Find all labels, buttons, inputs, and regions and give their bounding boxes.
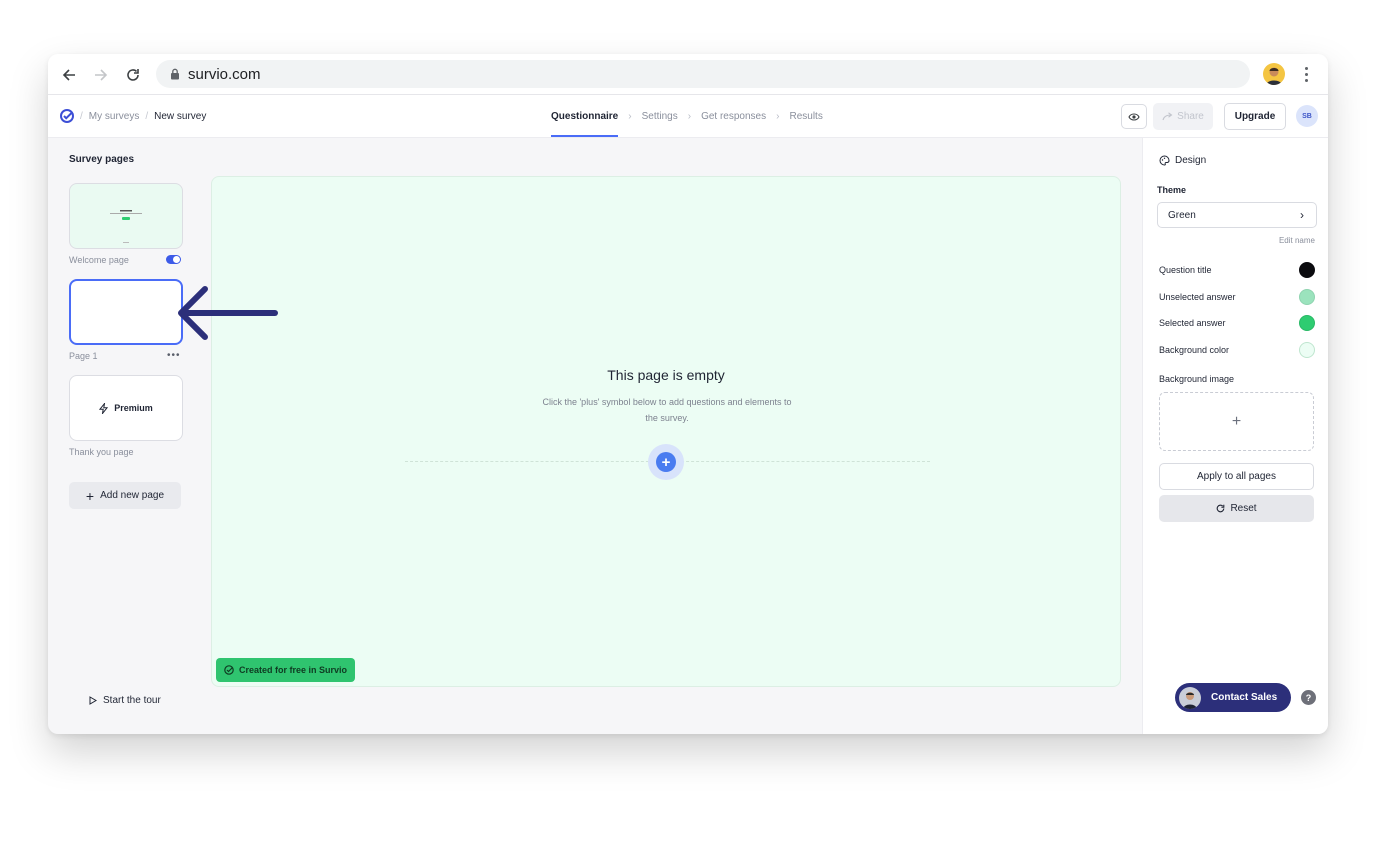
thank-you-page-thumbnail[interactable]: Premium	[69, 375, 183, 441]
survio-logo-icon[interactable]	[60, 109, 74, 123]
add-element-button[interactable]: +	[648, 444, 684, 480]
color-label: Background color	[1159, 345, 1230, 355]
welcome-page-label: Welcome page	[69, 255, 129, 265]
tab-get-responses[interactable]: Get responses	[701, 111, 766, 122]
edit-name-link[interactable]: Edit name	[1279, 236, 1315, 245]
eye-icon	[1128, 112, 1140, 121]
upgrade-button[interactable]: Upgrade	[1224, 103, 1286, 130]
color-swatch[interactable]	[1299, 262, 1315, 278]
add-page-label: Add new page	[100, 490, 165, 501]
color-row-unselected-answer[interactable]: Unselected answer	[1159, 289, 1315, 305]
background-image-label: Background image	[1159, 374, 1235, 384]
color-swatch[interactable]	[1299, 342, 1315, 358]
browser-window: survio.com / My surveys / New survey Que…	[48, 54, 1328, 734]
premium-label: Premium	[114, 403, 153, 413]
share-label: Share	[1177, 111, 1204, 122]
contact-sales-label: Contact Sales	[1211, 692, 1278, 703]
url-text: survio.com	[188, 65, 261, 83]
chevron-right-icon: ›	[776, 110, 780, 122]
theme-value: Green	[1168, 209, 1196, 221]
apply-to-all-pages-button[interactable]: Apply to all pages	[1159, 463, 1314, 490]
theme-select[interactable]: Green ›	[1157, 202, 1317, 228]
background-image-upload[interactable]: +	[1159, 392, 1314, 451]
check-circle-icon	[224, 665, 234, 675]
pointer-arrow-icon	[178, 286, 278, 340]
survey-pages-sidebar: Survey pages Welcome page Page 1 ••• Pre…	[48, 138, 210, 734]
tab-questionnaire[interactable]: Questionnaire	[551, 95, 619, 137]
color-label: Question title	[1159, 265, 1212, 275]
color-row-background-color[interactable]: Background color	[1159, 342, 1315, 358]
step-navigation: Questionnaire › Settings › Get responses…	[551, 95, 823, 137]
palette-icon	[1159, 155, 1170, 166]
plus-icon: +	[656, 452, 676, 472]
breadcrumb: / My surveys / New survey	[60, 109, 206, 123]
browser-menu-icon[interactable]	[1298, 63, 1314, 85]
preview-button[interactable]	[1121, 104, 1147, 129]
reset-button[interactable]: Reset	[1159, 495, 1314, 522]
color-row-question-title[interactable]: Question title	[1159, 262, 1315, 278]
plus-icon: +	[85, 487, 95, 504]
welcome-page-toggle[interactable]	[166, 255, 181, 264]
chevron-right-icon: ›	[1300, 208, 1304, 222]
empty-state-title: This page is empty	[607, 367, 725, 383]
reset-label: Reset	[1230, 503, 1257, 514]
breadcrumb-my-surveys[interactable]: My surveys	[89, 111, 140, 122]
tab-results[interactable]: Results	[789, 111, 822, 122]
sales-avatar	[1179, 686, 1201, 709]
color-swatch[interactable]	[1299, 289, 1315, 305]
app-header: / My surveys / New survey Questionnaire …	[48, 95, 1328, 138]
breadcrumb-current: New survey	[154, 110, 207, 122]
welcome-page-thumbnail[interactable]	[69, 183, 183, 249]
thank-you-page-label: Thank you page	[69, 447, 134, 457]
page-1-label: Page 1	[69, 351, 98, 361]
badge-label: Created for free in Survio	[239, 665, 348, 675]
browser-profile-avatar[interactable]	[1263, 63, 1285, 85]
color-label: Unselected answer	[1159, 292, 1236, 302]
lightning-icon	[99, 402, 109, 414]
sidebar-title: Survey pages	[69, 154, 135, 165]
share-button[interactable]: Share	[1153, 103, 1213, 130]
survey-canvas: This page is empty Click the 'plus' symb…	[211, 176, 1121, 687]
color-swatch[interactable]	[1299, 315, 1315, 331]
forward-icon[interactable]	[89, 63, 113, 87]
help-icon[interactable]: ?	[1301, 690, 1316, 705]
page-1-thumbnail[interactable]	[69, 279, 183, 345]
color-row-selected-answer[interactable]: Selected answer	[1159, 315, 1315, 331]
plus-icon: +	[1231, 412, 1242, 430]
page-options-icon[interactable]: •••	[167, 350, 181, 361]
color-label: Selected answer	[1159, 318, 1226, 328]
play-icon	[89, 696, 97, 705]
back-icon[interactable]	[57, 63, 81, 87]
browser-toolbar: survio.com	[48, 54, 1328, 95]
theme-label: Theme	[1157, 185, 1187, 195]
empty-state-subtitle: Click the 'plus' symbol below to add que…	[542, 397, 792, 423]
user-avatar[interactable]: SB	[1296, 105, 1318, 127]
share-icon	[1162, 112, 1173, 121]
design-heading: Design	[1159, 155, 1206, 166]
address-bar[interactable]: survio.com	[156, 60, 1250, 88]
created-for-free-badge[interactable]: Created for free in Survio	[216, 658, 356, 682]
design-title: Design	[1175, 155, 1207, 166]
design-panel: Design Theme Green › Edit name Question …	[1142, 138, 1328, 734]
chevron-right-icon: ›	[628, 110, 632, 122]
lock-icon	[171, 68, 179, 80]
reset-icon	[1217, 504, 1225, 513]
contact-sales-button[interactable]: Contact Sales	[1175, 683, 1291, 712]
start-tour-button[interactable]: Start the tour	[89, 695, 161, 706]
chevron-right-icon: ›	[687, 110, 692, 122]
add-new-page-button[interactable]: + Add new page	[69, 482, 181, 509]
reload-icon[interactable]	[121, 63, 145, 87]
tour-label: Start the tour	[103, 695, 161, 706]
tab-settings[interactable]: Settings	[642, 111, 678, 122]
